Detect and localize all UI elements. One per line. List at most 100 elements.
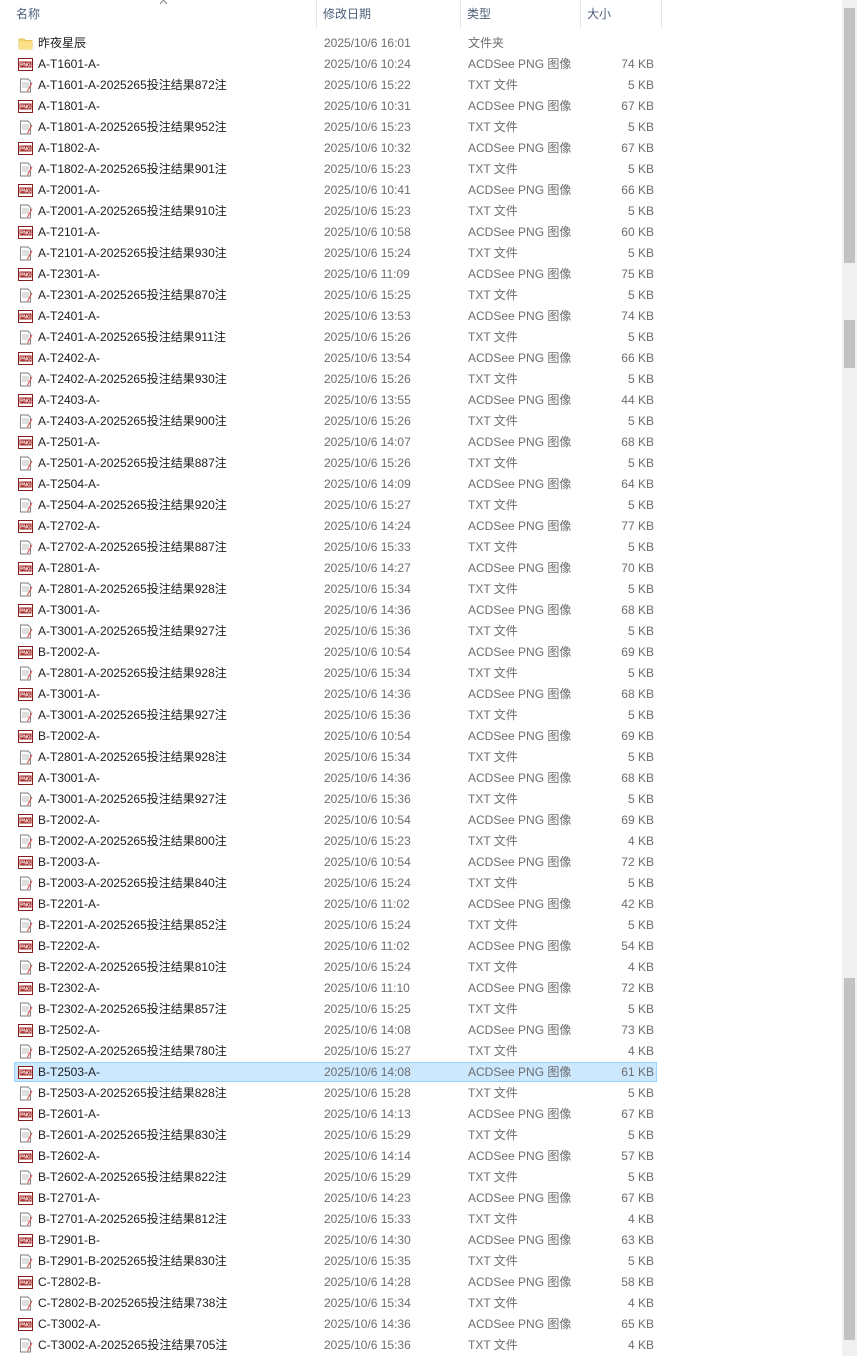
file-row[interactable]: PNG B-T2002-A- 2025/10/6 10:54 ACDSee PNG 图…: [0, 726, 842, 747]
vertical-scrollbar[interactable]: [842, 0, 857, 1356]
file-row[interactable]: B-T2201-A-2025265投注结果852注 2025/10/6 15:24…: [0, 915, 842, 936]
txt-file-icon: [18, 834, 33, 849]
file-type: TXT 文件: [468, 582, 518, 596]
file-size: 58 KB: [621, 1275, 654, 1289]
file-size: 4 KB: [627, 1296, 654, 1310]
file-row[interactable]: B-T2502-A-2025265投注结果780注 2025/10/6 15:27…: [0, 1041, 842, 1062]
file-row[interactable]: 昨夜星辰 2025/10/6 16:01 文件夹: [0, 33, 842, 54]
file-name: B-T2601-A-: [38, 1107, 101, 1121]
file-row[interactable]: B-T2701-A-2025265投注结果812注 2025/10/6 15:33…: [0, 1209, 842, 1230]
file-row[interactable]: B-T2601-A-2025265投注结果830注 2025/10/6 15:29…: [0, 1125, 842, 1146]
file-row[interactable]: A-T2101-A-2025265投注结果930注 2025/10/6 15:24…: [0, 243, 842, 264]
file-type: ACDSee PNG 图像: [468, 57, 572, 71]
txt-file-icon: [18, 792, 33, 807]
file-row[interactable]: B-T2901-B-2025265投注结果830注 2025/10/6 15:35…: [0, 1251, 842, 1272]
file-row[interactable]: PNG B-T2003-A- 2025/10/6 10:54 ACDSee PNG 图…: [0, 852, 842, 873]
file-row[interactable]: A-T1802-A-2025265投注结果901注 2025/10/6 15:23…: [0, 159, 842, 180]
file-row[interactable]: PNG B-T2202-A- 2025/10/6 11:02 ACDSee PNG 图…: [0, 936, 842, 957]
file-row[interactable]: PNG A-T3001-A- 2025/10/6 14:36 ACDSee PNG 图…: [0, 600, 842, 621]
file-row[interactable]: PNG A-T2401-A- 2025/10/6 13:53 ACDSee PNG 图…: [0, 306, 842, 327]
file-row[interactable]: A-T1601-A-2025265投注结果872注 2025/10/6 15:22…: [0, 75, 842, 96]
column-header-size[interactable]: 大小: [581, 0, 662, 28]
file-type: ACDSee PNG 图像: [468, 687, 572, 701]
file-row[interactable]: B-T2202-A-2025265投注结果810注 2025/10/6 15:24…: [0, 957, 842, 978]
column-header-type[interactable]: 类型: [461, 0, 581, 28]
file-row[interactable]: PNG A-T2702-A- 2025/10/6 14:24 ACDSee PNG 图…: [0, 516, 842, 537]
file-size: 67 KB: [621, 99, 654, 113]
file-row[interactable]: B-T2302-A-2025265投注结果857注 2025/10/6 15:25…: [0, 999, 842, 1020]
file-row[interactable]: PNG B-T2302-A- 2025/10/6 11:10 ACDSee PNG 图…: [0, 978, 842, 999]
file-row[interactable]: A-T2001-A-2025265投注结果910注 2025/10/6 15:23…: [0, 201, 842, 222]
file-row[interactable]: PNG B-T2201-A- 2025/10/6 11:02 ACDSee PNG 图…: [0, 894, 842, 915]
svg-text:PNG: PNG: [20, 777, 31, 783]
file-row[interactable]: PNG A-T2504-A- 2025/10/6 14:09 ACDSee PNG 图…: [0, 474, 842, 495]
file-row[interactable]: A-T3001-A-2025265投注结果927注 2025/10/6 15:36…: [0, 621, 842, 642]
file-row[interactable]: A-T2702-A-2025265投注结果887注 2025/10/6 15:33…: [0, 537, 842, 558]
file-type: TXT 文件: [468, 960, 518, 974]
file-row[interactable]: B-T2003-A-2025265投注结果840注 2025/10/6 15:24…: [0, 873, 842, 894]
file-row[interactable]: PNG B-T2901-B- 2025/10/6 14:30 ACDSee PNG 图…: [0, 1230, 842, 1251]
file-row[interactable]: C-T3002-A-2025265投注结果705注 2025/10/6 15:36…: [0, 1335, 842, 1356]
file-size: 5 KB: [627, 666, 654, 680]
file-row[interactable]: PNG A-T2402-A- 2025/10/6 13:54 ACDSee PNG 图…: [0, 348, 842, 369]
file-row[interactable]: A-T2801-A-2025265投注结果928注 2025/10/6 15:34…: [0, 663, 842, 684]
file-row[interactable]: PNG A-T1802-A- 2025/10/6 10:32 ACDSee PNG 图…: [0, 138, 842, 159]
file-modified-date: 2025/10/6 10:24: [324, 57, 411, 71]
file-row[interactable]: PNG C-T2802-B- 2025/10/6 14:28 ACDSee PNG 图…: [0, 1272, 842, 1293]
file-row[interactable]: PNG A-T1801-A- 2025/10/6 10:31 ACDSee PNG 图…: [0, 96, 842, 117]
file-row[interactable]: PNG A-T2001-A- 2025/10/6 10:41 ACDSee PNG 图…: [0, 180, 842, 201]
svg-text:PNG: PNG: [20, 945, 31, 951]
svg-text:PNG: PNG: [20, 63, 31, 69]
file-row[interactable]: PNG A-T2301-A- 2025/10/6 11:09 ACDSee PNG 图…: [0, 264, 842, 285]
file-row[interactable]: PNG A-T2403-A- 2025/10/6 13:55 ACDSee PNG 图…: [0, 390, 842, 411]
file-row[interactable]: A-T2402-A-2025265投注结果930注 2025/10/6 15:26…: [0, 369, 842, 390]
file-row[interactable]: PNG B-T2602-A- 2025/10/6 14:14 ACDSee PNG 图…: [0, 1146, 842, 1167]
file-row[interactable]: PNG A-T2501-A- 2025/10/6 14:07 ACDSee PNG 图…: [0, 432, 842, 453]
file-row[interactable]: PNG B-T2701-A- 2025/10/6 14:23 ACDSee PNG 图…: [0, 1188, 842, 1209]
file-row[interactable]: PNG B-T2601-A- 2025/10/6 14:13 ACDSee PNG 图…: [0, 1104, 842, 1125]
column-header-date[interactable]: 修改日期: [317, 0, 461, 28]
column-header-name[interactable]: 名称: [10, 0, 317, 28]
file-type: TXT 文件: [468, 1170, 518, 1184]
file-row[interactable]: B-T2503-A-2025265投注结果828注 2025/10/6 15:28…: [0, 1083, 842, 1104]
file-row[interactable]: PNG A-T3001-A- 2025/10/6 14:36 ACDSee PNG 图…: [0, 684, 842, 705]
file-row[interactable]: PNG B-T2503-A- 2025/10/6 14:08 ACDSee PNG 图…: [0, 1062, 842, 1083]
file-row[interactable]: PNG A-T3001-A- 2025/10/6 14:36 ACDSee PNG 图…: [0, 768, 842, 789]
file-row[interactable]: B-T2002-A-2025265投注结果800注 2025/10/6 15:23…: [0, 831, 842, 852]
file-size: 5 KB: [627, 1128, 654, 1142]
file-row[interactable]: PNG C-T3002-A- 2025/10/6 14:36 ACDSee PNG 图…: [0, 1314, 842, 1335]
file-row[interactable]: A-T1801-A-2025265投注结果952注 2025/10/6 15:23…: [0, 117, 842, 138]
file-type: TXT 文件: [468, 918, 518, 932]
file-row[interactable]: PNG B-T2002-A- 2025/10/6 10:54 ACDSee PNG 图…: [0, 642, 842, 663]
txt-file-icon: [18, 624, 33, 639]
file-row[interactable]: A-T3001-A-2025265投注结果927注 2025/10/6 15:36…: [0, 705, 842, 726]
file-row[interactable]: PNG A-T2801-A- 2025/10/6 14:27 ACDSee PNG 图…: [0, 558, 842, 579]
file-row[interactable]: PNG B-T2502-A- 2025/10/6 14:08 ACDSee PNG 图…: [0, 1020, 842, 1041]
file-name: A-T2001-A-: [38, 183, 101, 197]
file-row[interactable]: PNG A-T1601-A- 2025/10/6 10:24 ACDSee PNG 图…: [0, 54, 842, 75]
file-row[interactable]: PNG A-T2101-A- 2025/10/6 10:58 ACDSee PNG 图…: [0, 222, 842, 243]
file-row[interactable]: A-T2403-A-2025265投注结果900注 2025/10/6 15:26…: [0, 411, 842, 432]
svg-text:PNG: PNG: [20, 693, 31, 699]
txt-file-icon: [18, 666, 33, 681]
svg-text:PNG: PNG: [20, 567, 31, 573]
file-size: 5 KB: [627, 204, 654, 218]
file-type: ACDSee PNG 图像: [468, 1149, 572, 1163]
file-row[interactable]: B-T2602-A-2025265投注结果822注 2025/10/6 15:29…: [0, 1167, 842, 1188]
file-size: 67 KB: [621, 1191, 654, 1205]
file-row[interactable]: A-T2401-A-2025265投注结果911注 2025/10/6 15:26…: [0, 327, 842, 348]
file-row[interactable]: A-T2501-A-2025265投注结果887注 2025/10/6 15:26…: [0, 453, 842, 474]
file-row[interactable]: PNG B-T2002-A- 2025/10/6 10:54 ACDSee PNG 图…: [0, 810, 842, 831]
file-row[interactable]: C-T2802-B-2025265投注结果738注 2025/10/6 15:34…: [0, 1293, 842, 1314]
file-row[interactable]: A-T2801-A-2025265投注结果928注 2025/10/6 15:34…: [0, 579, 842, 600]
txt-file-icon: [18, 1296, 33, 1311]
file-size: 54 KB: [621, 939, 654, 953]
file-modified-date: 2025/10/6 10:58: [324, 225, 411, 239]
file-row[interactable]: A-T2301-A-2025265投注结果870注 2025/10/6 15:25…: [0, 285, 842, 306]
file-row[interactable]: A-T2504-A-2025265投注结果920注 2025/10/6 15:27…: [0, 495, 842, 516]
file-row[interactable]: A-T3001-A-2025265投注结果927注 2025/10/6 15:36…: [0, 789, 842, 810]
file-modified-date: 2025/10/6 11:02: [324, 939, 410, 953]
file-size: 5 KB: [627, 792, 654, 806]
scrollbar-thumb[interactable]: [844, 978, 855, 1340]
file-row[interactable]: A-T2801-A-2025265投注结果928注 2025/10/6 15:34…: [0, 747, 842, 768]
